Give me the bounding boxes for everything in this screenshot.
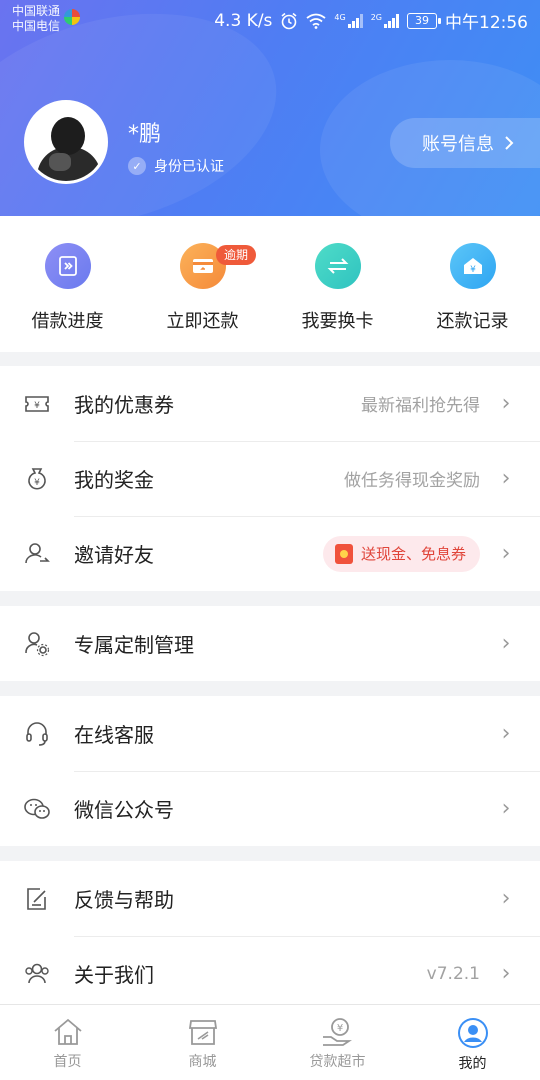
user-name: *鹏 [128,122,162,147]
quick-action-repayment-record[interactable]: ¥ 还款记录 [405,216,540,352]
wifi-icon [306,13,326,29]
chevron-right-icon: › [501,796,511,821]
menu-item-wechat[interactable]: 微信公众号 › [0,771,540,846]
profile-icon [457,1018,488,1048]
invite-promo-text: 送现金、免息券 [360,545,466,563]
menu-group-rewards: ¥ 我的优惠券 最新福利抢先得 › ¥ 我的奖金 做任务得现金奖励 › 邀请好友… [0,366,540,591]
loan-market-icon: ¥ [322,1018,352,1046]
menu-item-bonus[interactable]: ¥ 我的奖金 做任务得现金奖励 › [0,441,540,516]
profile-header: 中国联通 中国电信 4.3 K/s 4G 2G 39 中午12:56 *鹏 ✓ … [0,0,540,216]
menu-label: 在线客服 [74,723,154,747]
tab-label: 商城 [188,1054,217,1070]
menu-label: 反馈与帮助 [74,888,174,912]
quick-action-loan-progress[interactable]: 借款进度 [0,216,135,352]
quick-action-label: 借款进度 [31,311,104,332]
chevron-right-icon [505,136,514,150]
user-settings-icon [0,606,74,681]
status-bar: 中国联通 中国电信 4.3 K/s 4G 2G 39 中午12:56 [0,0,540,40]
headset-icon [0,696,74,771]
tab-label: 我的 [458,1056,487,1072]
signal-strength-icon [384,13,399,28]
tab-label: 贷款超市 [309,1054,366,1070]
network-type-1: 4G [334,12,346,22]
carrier-2: 中国电信 [12,19,61,33]
menu-group-custom: 专属定制管理 › [0,606,540,681]
feedback-edit-icon [0,861,74,936]
clock: 中午12:56 [445,13,528,33]
quick-action-change-card[interactable]: 我要换卡 [270,216,405,352]
menu-item-invite[interactable]: 邀请好友 送现金、免息券 › [0,516,540,591]
app-version: v7.2.1 [426,963,480,984]
avatar[interactable] [24,100,108,184]
quick-actions: 借款进度 立即还款 逾期 我要换卡 ¥ 还款记录 [0,216,540,352]
network-type-2: 2G [370,12,382,22]
menu-item-about-us[interactable]: 关于我们 v7.2.1 › [0,936,540,1011]
store-icon [188,1020,217,1045]
verification-status: ✓ 身份已认证 [128,156,224,176]
chevron-right-icon: › [501,631,511,656]
tab-store[interactable]: 商城 [135,1005,270,1080]
svg-text:¥: ¥ [34,401,40,411]
svg-text:¥: ¥ [470,265,476,275]
account-info-label: 账号信息 [422,134,494,155]
menu-group-support: 在线客服 › 微信公众号 › [0,696,540,846]
chevron-right-icon: › [501,466,511,491]
overdue-badge: 逾期 [216,245,257,265]
verified-check-icon: ✓ [128,157,146,175]
tab-home[interactable]: 首页 [0,1005,135,1080]
alarm-icon [281,12,297,29]
bottom-tab-bar: 首页 商城 ¥ 贷款超市 我的 [0,1004,540,1080]
swap-card-icon [314,243,361,289]
menu-item-coupons[interactable]: ¥ 我的优惠券 最新福利抢先得 › [0,366,540,441]
carrier-1: 中国联通 [12,4,61,18]
chevron-right-icon: › [501,541,511,566]
menu-label: 关于我们 [74,963,154,987]
wechat-icon [0,771,74,846]
status-indicators: 4.3 K/s 4G 2G 39 中午12:56 [214,8,528,34]
signal-strength-icon [347,13,363,28]
menu-label: 我的奖金 [74,468,154,492]
invite-promo-pill: 送现金、免息券 [322,535,480,572]
repayment-record-icon: ¥ [449,243,496,289]
battery-icon: 39 [407,12,441,29]
svg-text:¥: ¥ [336,1023,342,1034]
menu-item-feedback[interactable]: 反馈与帮助 › [0,861,540,936]
menu-hint: 最新福利抢先得 [361,396,480,416]
menu-group-about: 反馈与帮助 › 关于我们 v7.2.1 › [0,861,540,1011]
red-packet-icon [334,543,353,564]
menu-label: 邀请好友 [74,543,154,567]
chevron-right-icon: › [501,391,511,416]
tab-loan-market[interactable]: ¥ 贷款超市 [270,1005,405,1080]
menu-hint: 做任务得现金奖励 [344,471,480,491]
quick-action-label: 还款记录 [436,311,509,332]
team-icon [0,936,74,1011]
carrier-names: 中国联通 中国电信 [12,4,60,34]
quick-action-repay-now[interactable]: 立即还款 逾期 [135,216,270,352]
account-info-button[interactable]: 账号信息 [390,118,540,168]
money-bag-icon: ¥ [0,441,74,516]
coupon-icon: ¥ [0,366,74,441]
verified-label: 身份已认证 [154,159,224,175]
menu-item-custom-management[interactable]: 专属定制管理 › [0,606,540,681]
menu-label: 专属定制管理 [74,633,194,657]
tab-label: 首页 [53,1054,82,1070]
chevron-right-icon: › [501,961,511,986]
quick-action-label: 我要换卡 [301,311,374,332]
loan-progress-icon [44,243,91,289]
svg-text:¥: ¥ [34,478,40,488]
chevron-right-icon: › [501,886,511,911]
battery-level: 39 [415,13,429,27]
menu-item-online-service[interactable]: 在线客服 › [0,696,540,771]
carrier-logo-icon [64,9,80,25]
tab-profile[interactable]: 我的 [405,1005,540,1080]
menu-label: 微信公众号 [74,798,174,822]
home-icon [53,1018,82,1045]
chevron-right-icon: › [501,721,511,746]
quick-action-label: 立即还款 [166,311,239,332]
menu-label: 我的优惠券 [74,393,174,417]
network-speed: 4.3 K/s [214,10,273,31]
invite-user-icon [0,516,74,591]
